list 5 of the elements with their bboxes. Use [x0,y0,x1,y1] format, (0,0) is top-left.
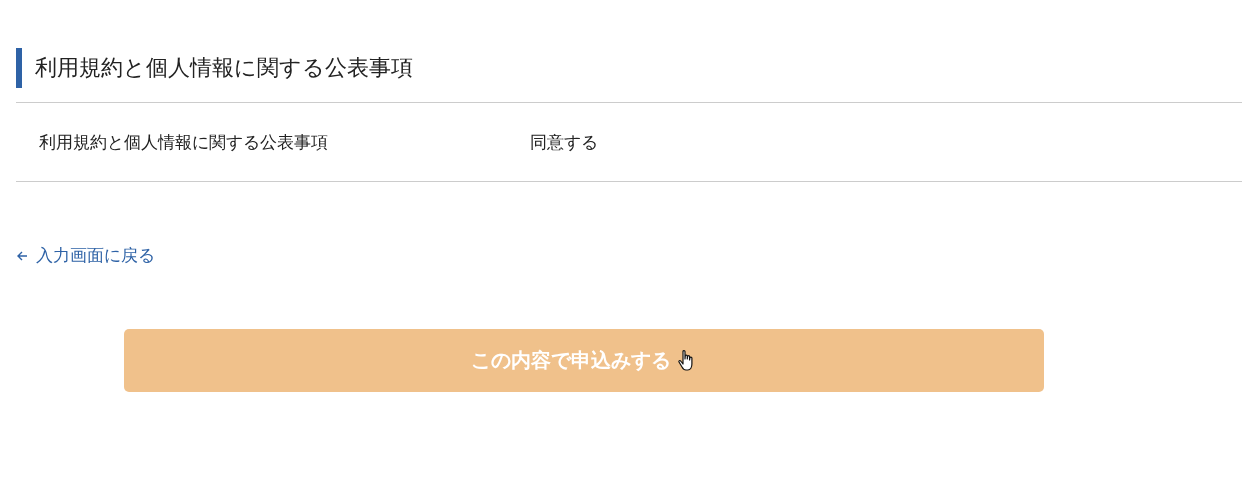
section-title: 利用規約と個人情報に関する公表事項 [16,48,1242,88]
left-arrow-icon [16,249,28,262]
back-link[interactable]: 入力画面に戻る [36,244,155,267]
row-value: 同意する [530,130,598,154]
row-label: 利用規約と個人情報に関する公表事項 [39,130,329,154]
